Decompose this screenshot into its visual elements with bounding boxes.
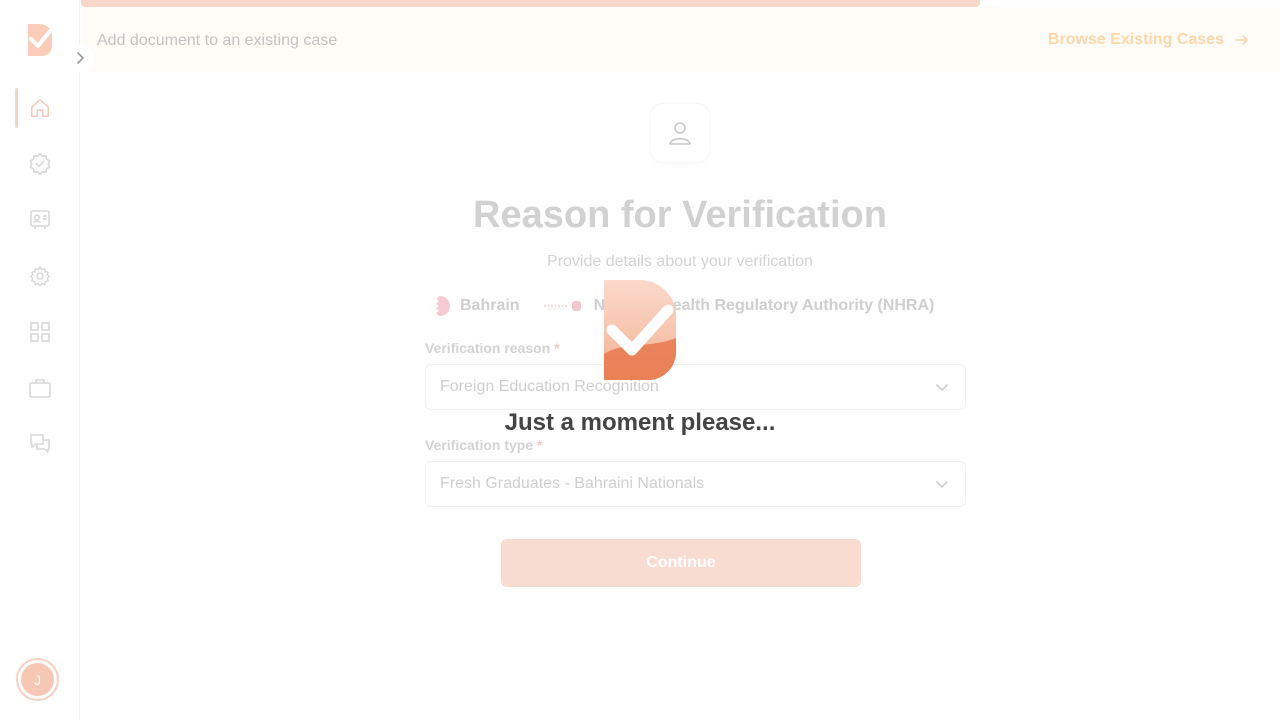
loading-message: Just a moment please...	[504, 409, 776, 436]
app-root: J Add document to an existing case Brows…	[0, 0, 1280, 720]
loading-logo	[604, 280, 676, 380]
loading-overlay: Just a moment please...	[0, 0, 1280, 720]
